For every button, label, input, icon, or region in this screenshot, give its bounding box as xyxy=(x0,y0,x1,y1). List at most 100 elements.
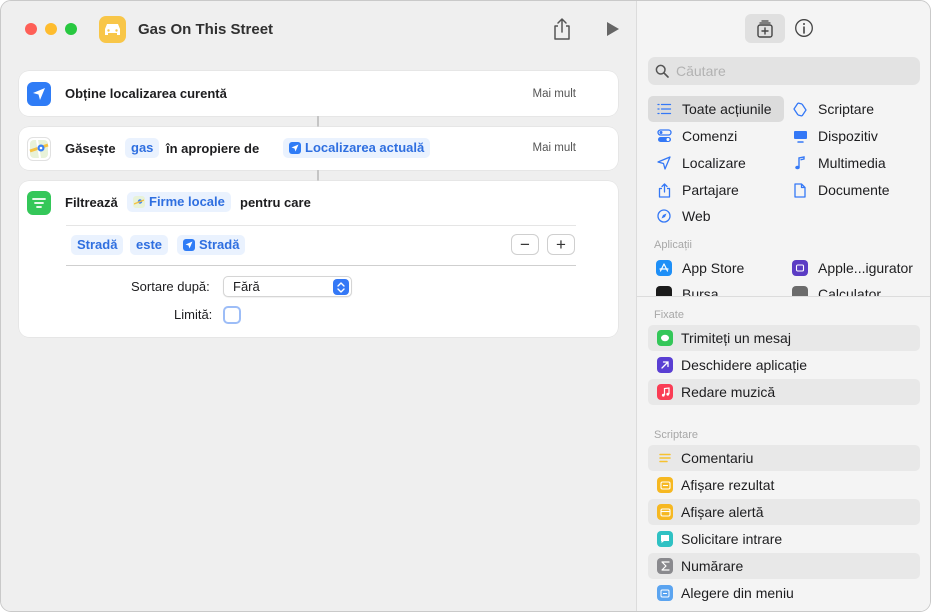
apps-overflow-row: Bursa Calculator xyxy=(637,281,930,296)
action-label: Afișare rezultat xyxy=(681,477,775,493)
share-icon[interactable] xyxy=(551,17,573,41)
info-icon[interactable] xyxy=(794,18,814,38)
action-label: Solicitare intrare xyxy=(681,531,783,547)
current-location-text: Localizarea actuală xyxy=(305,140,425,155)
condition-field-token[interactable]: Stradă xyxy=(71,235,124,255)
action-find-places[interactable]: Găsește gas în apropiere de Localizarea … xyxy=(19,127,618,170)
category-label: Comenzi xyxy=(682,128,738,144)
query-token[interactable]: gas xyxy=(125,138,160,158)
filter-icon xyxy=(27,191,51,215)
configurator-icon xyxy=(792,260,808,276)
share-icon xyxy=(656,182,672,198)
shortcut-icon[interactable] xyxy=(99,16,126,43)
app-store-icon xyxy=(656,260,672,276)
action-label: Deschidere aplicație xyxy=(681,357,808,373)
remove-condition-button[interactable]: − xyxy=(511,234,539,255)
compass-icon xyxy=(656,208,672,224)
app-label: App Store xyxy=(682,260,745,276)
app-app-store[interactable]: App Store xyxy=(656,255,744,281)
local-businesses-token[interactable]: Firme locale xyxy=(127,192,231,212)
message-bubble-icon xyxy=(657,330,673,346)
show-result-icon xyxy=(657,477,673,493)
toggle-icon xyxy=(656,128,672,144)
category-media[interactable]: Multimedia xyxy=(792,150,886,176)
action-get-location[interactable]: Obține localizarea curentă Mai mult xyxy=(19,71,618,116)
music-note-icon xyxy=(792,155,808,171)
action-label: Redare muzică xyxy=(681,384,776,400)
app-label: Bursa xyxy=(682,286,719,296)
more-button[interactable]: Mai mult xyxy=(533,142,576,154)
app-calculator[interactable]: Calculator xyxy=(792,281,881,296)
app-label: Apple...igurator xyxy=(818,260,913,276)
local-businesses-text: Firme locale xyxy=(149,194,225,209)
category-label: Multimedia xyxy=(818,155,886,171)
action-label: Obține localizarea curentă xyxy=(65,86,227,101)
connector-line xyxy=(317,170,319,181)
pinned-send-message[interactable]: Trimiteți un mesaj xyxy=(648,325,920,351)
action-library-tab[interactable] xyxy=(745,14,785,43)
search-input[interactable] xyxy=(676,61,906,81)
music-note-icon xyxy=(657,384,673,400)
maps-icon xyxy=(27,137,51,161)
sort-by-select[interactable]: Fără xyxy=(223,276,352,297)
category-web[interactable]: Web xyxy=(656,203,711,229)
comment-lines-icon xyxy=(657,450,673,466)
document-icon xyxy=(792,182,808,198)
category-controls[interactable]: Comenzi xyxy=(656,123,737,149)
pinned-open-app[interactable]: Deschidere aplicație xyxy=(648,352,920,378)
condition-value-token[interactable]: Stradă xyxy=(177,235,246,255)
script-ask-for-input[interactable]: Solicitare intrare xyxy=(648,526,920,552)
limit-checkbox[interactable] xyxy=(223,306,241,324)
category-label: Scriptare xyxy=(818,101,875,117)
category-label: Documente xyxy=(818,182,890,198)
zoom-window-button[interactable] xyxy=(65,23,77,35)
script-choose-from-menu[interactable]: Alegere din meniu xyxy=(648,580,920,606)
category-label: Partajare xyxy=(682,182,739,198)
chevron-up-down-icon xyxy=(333,279,349,295)
search-icon xyxy=(655,64,669,78)
title-bar: Gas On This Street xyxy=(1,1,636,59)
category-documents[interactable]: Documente xyxy=(792,177,890,203)
sort-by-label: Sortare după: xyxy=(131,279,210,294)
condition-operator-token[interactable]: este xyxy=(130,235,169,255)
category-sharing[interactable]: Partajare xyxy=(656,177,739,203)
app-apple-configurator[interactable]: Apple...igurator xyxy=(792,255,913,281)
limit-label: Limită: xyxy=(174,307,213,322)
more-button[interactable]: Mai mult xyxy=(533,88,576,100)
category-location[interactable]: Localizare xyxy=(656,150,746,176)
app-label: Calculator xyxy=(818,286,882,296)
category-label: Localizare xyxy=(682,155,746,171)
script-show-alert[interactable]: Afișare alertă xyxy=(648,499,920,525)
add-condition-button[interactable]: + xyxy=(547,234,575,255)
action-label: Alegere din meniu xyxy=(681,585,794,601)
close-window-button[interactable] xyxy=(25,23,37,35)
location-arrow-icon xyxy=(27,82,51,106)
pinned-section-header: Fixate xyxy=(654,309,684,321)
monitor-icon xyxy=(792,128,808,144)
list-icon xyxy=(656,101,672,117)
category-all-actions[interactable]: Toate acțiunile xyxy=(648,96,784,122)
script-count[interactable]: Numărare xyxy=(648,553,920,579)
stocks-icon xyxy=(656,286,672,296)
pinned-play-music[interactable]: Redare muzică xyxy=(648,379,920,405)
current-location-token[interactable]: Localizarea actuală xyxy=(283,138,431,158)
shortcut-title[interactable]: Gas On This Street xyxy=(138,21,273,38)
app-stocks[interactable]: Bursa xyxy=(656,281,719,296)
script-comment[interactable]: Comentariu xyxy=(648,445,920,471)
location-arrow-icon xyxy=(183,239,195,251)
action-filter[interactable]: Filtrează Firme locale pentru care Strad… xyxy=(19,181,618,337)
apps-section-header: Aplicații xyxy=(654,239,692,251)
action-label: Numărare xyxy=(681,558,744,574)
action-label: Trimiteți un mesaj xyxy=(681,330,791,346)
maps-icon xyxy=(133,196,145,208)
minimize-window-button[interactable] xyxy=(45,23,57,35)
condition-field-text: Stradă xyxy=(77,237,118,252)
script-show-result[interactable]: Afișare rezultat xyxy=(648,472,920,498)
run-icon[interactable] xyxy=(605,20,621,38)
sigma-icon xyxy=(657,558,673,574)
condition-value-text: Stradă xyxy=(199,237,240,252)
connector-line xyxy=(317,116,319,127)
search-field[interactable] xyxy=(648,57,920,85)
category-scripting[interactable]: Scriptare xyxy=(792,96,874,122)
category-device[interactable]: Dispozitiv xyxy=(792,123,878,149)
